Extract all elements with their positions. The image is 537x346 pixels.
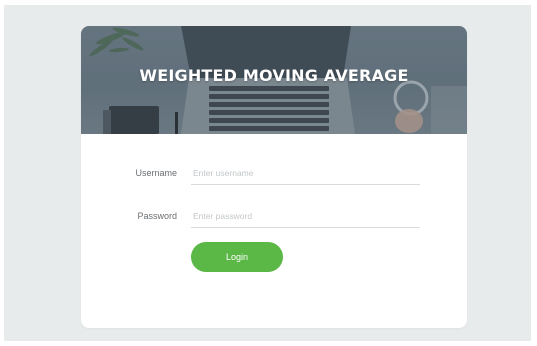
username-input[interactable] — [191, 162, 420, 185]
login-button[interactable]: Login — [191, 242, 283, 272]
password-row: Password — [81, 205, 467, 235]
username-row: Username — [81, 162, 467, 192]
password-input[interactable] — [191, 205, 420, 228]
password-label: Password — [137, 211, 177, 221]
header-banner: WEIGHTED MOVING AVERAGE — [81, 26, 467, 134]
login-card: WEIGHTED MOVING AVERAGE Username Passwor… — [81, 26, 467, 328]
username-label: Username — [135, 168, 177, 178]
page-title: WEIGHTED MOVING AVERAGE — [139, 66, 409, 85]
